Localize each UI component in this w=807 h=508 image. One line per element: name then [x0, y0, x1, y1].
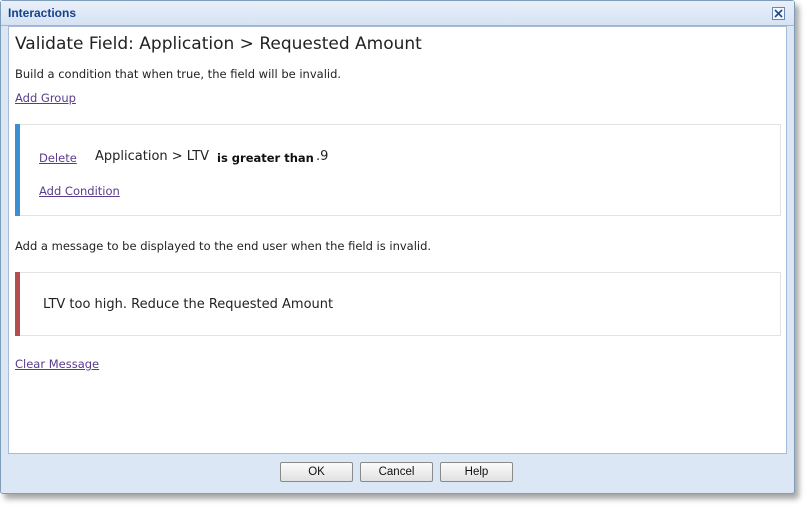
cancel-button[interactable]: Cancel — [360, 462, 433, 482]
message-description: Add a message to be displayed to the end… — [15, 239, 432, 253]
condition-group-accent-bar — [15, 124, 20, 216]
add-condition-link[interactable]: Add Condition — [39, 184, 120, 198]
clear-message-link[interactable]: Clear Message — [15, 357, 99, 371]
close-button[interactable] — [772, 7, 785, 20]
message-accent-bar — [15, 272, 20, 336]
message-panel[interactable]: LTV too high. Reduce the Requested Amoun… — [15, 272, 781, 336]
window-title: Interactions — [8, 6, 77, 20]
add-group-link[interactable]: Add Group — [15, 91, 76, 105]
validation-message-text[interactable]: LTV too high. Reduce the Requested Amoun… — [43, 297, 333, 312]
ok-button[interactable]: OK — [280, 462, 353, 482]
condition-operator[interactable]: is greater than — [217, 151, 314, 165]
condition-description: Build a condition that when true, the fi… — [15, 67, 342, 81]
title-bar[interactable]: Interactions — [1, 1, 794, 26]
condition-group-panel: Delete Application > LTV is greater than… — [15, 124, 781, 216]
delete-condition-link[interactable]: Delete — [39, 151, 77, 165]
interactions-dialog: Interactions Validate Field: Application… — [0, 0, 795, 494]
condition-field[interactable]: Application > LTV — [95, 149, 209, 164]
condition-value[interactable]: .9 — [316, 149, 328, 164]
dialog-content: Validate Field: Application > Requested … — [8, 26, 787, 454]
close-icon — [774, 9, 783, 18]
help-button[interactable]: Help — [440, 462, 513, 482]
page-title: Validate Field: Application > Requested … — [15, 34, 422, 54]
